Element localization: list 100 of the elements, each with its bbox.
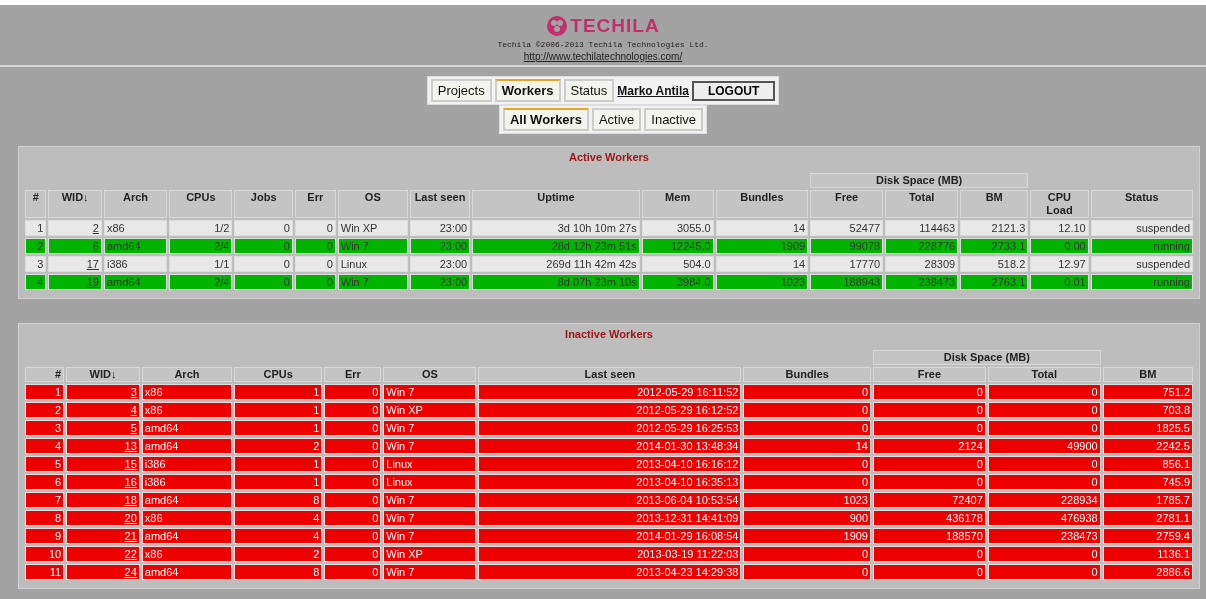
- table-cell: 2763.1: [960, 274, 1029, 290]
- table-cell: x86: [103, 220, 168, 236]
- table-cell: Win 7: [337, 238, 408, 254]
- table-cell: 745.9: [1102, 474, 1193, 490]
- subnav-tab[interactable]: Inactive: [644, 108, 704, 131]
- table-cell: 0: [294, 238, 336, 254]
- worker-link[interactable]: 4: [130, 404, 137, 416]
- table-cell: 0: [743, 546, 871, 562]
- table-cell: 0: [987, 546, 1101, 562]
- worker-link[interactable]: 20: [124, 512, 137, 524]
- table-cell: 14: [715, 220, 809, 236]
- table-cell: 2013-03-19 11:22:03: [478, 546, 742, 562]
- table-cell: 504.0: [641, 256, 714, 272]
- table-cell: suspended: [1090, 256, 1193, 272]
- column-header: Jobs: [234, 190, 293, 218]
- subnav-tab[interactable]: Active: [591, 108, 642, 131]
- table-cell: 1: [234, 384, 323, 400]
- table-cell: Linux: [383, 456, 477, 472]
- table-cell: 23:00: [409, 274, 471, 290]
- table-cell: amd64: [141, 438, 233, 454]
- column-header: Status: [1090, 190, 1193, 218]
- worker-link[interactable]: 5: [130, 422, 137, 434]
- table-cell: Linux: [337, 256, 408, 272]
- nav-tab[interactable]: Workers: [494, 79, 561, 102]
- worker-link[interactable]: 17: [86, 258, 99, 270]
- column-header: OS: [337, 190, 408, 218]
- worker-link[interactable]: 2: [92, 222, 99, 234]
- table-cell: 0.01: [1030, 274, 1089, 290]
- table-cell: 4: [234, 528, 323, 544]
- worker-link[interactable]: 13: [124, 440, 137, 452]
- table-cell: 1: [234, 474, 323, 490]
- table-cell: 0: [324, 384, 382, 400]
- worker-link[interactable]: 22: [124, 548, 137, 560]
- logout-button[interactable]: LOGOUT: [691, 80, 776, 101]
- table-cell: 28d 12h 23m 51s: [472, 238, 640, 254]
- table-cell: 2013-04-10 16:35:13: [478, 474, 742, 490]
- worker-link[interactable]: 6: [92, 240, 99, 252]
- table-cell: Win 7: [383, 528, 477, 544]
- worker-link[interactable]: 15: [124, 458, 137, 470]
- user-link[interactable]: Marko Antila: [617, 83, 689, 98]
- table-cell: 6: [25, 474, 65, 490]
- logo-text: TECHILA: [570, 15, 660, 37]
- table-cell: 0: [324, 492, 382, 508]
- table-cell: 0: [324, 456, 382, 472]
- table-cell: 0: [873, 456, 986, 472]
- table-cell: 476938: [987, 510, 1101, 526]
- worker-link[interactable]: 19: [86, 276, 99, 288]
- table-cell: 2012-05-29 16:12:52: [478, 402, 742, 418]
- table-cell: 0: [873, 420, 986, 436]
- worker-link[interactable]: 3: [130, 386, 137, 398]
- table-cell: 3: [25, 420, 65, 436]
- worker-link[interactable]: 24: [124, 566, 137, 578]
- group-header: Disk Space (MB): [873, 350, 1101, 365]
- table-cell: 2733.1: [960, 238, 1029, 254]
- subnav-tab[interactable]: All Workers: [502, 108, 589, 131]
- table-cell: Win 7: [337, 274, 408, 290]
- table-cell: amd64: [103, 274, 168, 290]
- nav-tab[interactable]: Status: [563, 79, 615, 102]
- table-cell: 0: [234, 274, 293, 290]
- column-header: WID↓: [66, 367, 140, 382]
- table-cell: 2: [25, 238, 47, 254]
- column-header: Mem: [641, 190, 714, 218]
- table-cell: 1: [234, 420, 323, 436]
- column-header: Uptime: [472, 190, 640, 218]
- table-cell: x86: [141, 546, 233, 562]
- nav-tab[interactable]: Projects: [430, 79, 492, 102]
- table-cell: 2013-04-10 16:16:12: [478, 456, 742, 472]
- worker-link[interactable]: 16: [124, 476, 137, 488]
- column-header: Err: [294, 190, 336, 218]
- table-cell: 0: [743, 384, 871, 400]
- table-cell: 4: [25, 274, 47, 290]
- table-cell: 2124: [873, 438, 986, 454]
- panel-title: Active Workers: [568, 151, 650, 163]
- column-header: Err: [324, 367, 382, 382]
- table-cell: 1: [234, 456, 323, 472]
- table-cell: 12.10: [1030, 220, 1089, 236]
- table-cell: 751.2: [1102, 384, 1193, 400]
- website-link[interactable]: http://www.techilatechnologies.com/: [523, 51, 683, 62]
- table-cell: 8: [25, 510, 65, 526]
- table-cell: 0: [987, 474, 1101, 490]
- worker-link[interactable]: 18: [124, 494, 137, 506]
- table-cell: 2013-04-23 14:29:38: [478, 564, 742, 580]
- column-header: Arch: [103, 190, 168, 218]
- table-cell: 0: [234, 220, 293, 236]
- table-cell: 0: [987, 402, 1101, 418]
- copyright-text: Techila ©2006-2013 Techila Technologies Ltd.: [497, 40, 709, 49]
- column-header: CPUs: [234, 367, 323, 382]
- column-header: #: [25, 190, 47, 218]
- worker-link[interactable]: 21: [124, 530, 137, 542]
- table-cell: 3984.0: [641, 274, 714, 290]
- table-cell: 10: [25, 546, 65, 562]
- table-cell: 1023: [715, 274, 809, 290]
- table-cell: 72407: [873, 492, 986, 508]
- table-cell: 0: [294, 256, 336, 272]
- column-header: #: [25, 367, 65, 382]
- table-cell: 5: [25, 456, 65, 472]
- table-cell: 23:00: [409, 256, 471, 272]
- table-cell: running: [1090, 238, 1193, 254]
- table-cell: 856.1: [1102, 456, 1193, 472]
- table-cell: 3055.0: [641, 220, 714, 236]
